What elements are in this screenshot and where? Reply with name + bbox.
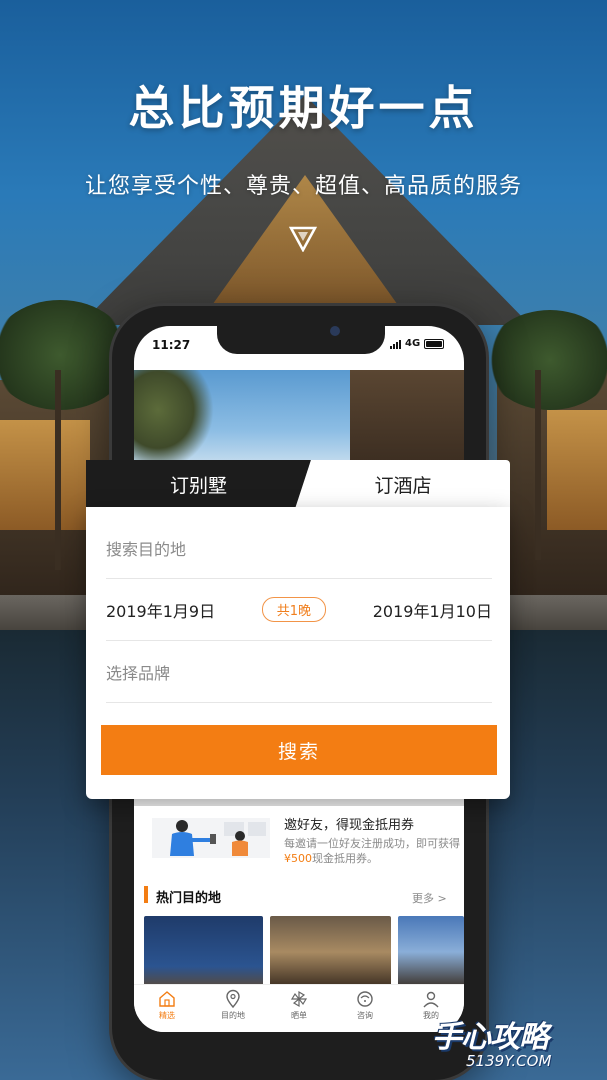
invite-title: 邀好友，得现金抵用券 xyxy=(284,818,415,833)
tab-featured[interactable]: 精选 xyxy=(134,985,200,1032)
invite-description: 每邀请一位好友注册成功，即可获得 ¥500现金抵用券。 xyxy=(284,836,460,866)
destination-card[interactable] xyxy=(144,916,263,988)
section-accent-bar xyxy=(144,886,148,903)
tab-consult-label: 咨询 xyxy=(357,1011,373,1020)
pinwheel-icon xyxy=(290,990,308,1008)
phone-notch xyxy=(217,322,385,354)
brand-placeholder: 选择品牌 xyxy=(106,663,171,683)
headline: 总比预期好一点 xyxy=(128,81,479,135)
invite-desc-prefix: 每邀请一位好友注册成功，即可获得 xyxy=(284,837,460,850)
destination-placeholder: 搜索目的地 xyxy=(106,539,187,559)
home-icon xyxy=(159,991,175,1007)
background-palm-trunk-left xyxy=(55,370,61,570)
location-pin-icon xyxy=(226,989,240,1009)
tab-consult[interactable]: 咨询 xyxy=(332,985,398,1032)
date-range-field[interactable]: 2019年1月9日 共1晚 2019年1月10日 xyxy=(106,579,492,641)
signal-icon xyxy=(390,339,401,349)
nights-badge: 共1晚 xyxy=(261,597,327,622)
tab-destinations-label: 目的地 xyxy=(221,1011,245,1020)
search-button[interactable]: 搜索 xyxy=(101,725,497,775)
user-icon xyxy=(423,991,439,1008)
destination-card[interactable] xyxy=(270,916,391,988)
down-arrow-icon xyxy=(289,226,317,252)
background-palm-right xyxy=(485,310,607,410)
booking-card: 搜索目的地 2019年1月9日 共1晚 2019年1月10日 选择品牌 搜索 xyxy=(86,507,510,799)
background-palm-trunk-right xyxy=(535,370,541,560)
tab-featured-label: 精选 xyxy=(159,1011,175,1020)
destination-card[interactable] xyxy=(398,916,464,988)
hot-destinations-title: 热门目的地 xyxy=(156,891,222,906)
network-type: 4G xyxy=(405,338,421,349)
background-right-window xyxy=(547,410,607,530)
status-time: 11:27 xyxy=(152,338,191,352)
brand-select-field[interactable]: 选择品牌 xyxy=(106,641,492,703)
tab-destinations[interactable]: 目的地 xyxy=(200,985,266,1032)
tab-share[interactable]: 晒单 xyxy=(266,985,332,1032)
destination-search-field[interactable]: 搜索目的地 xyxy=(106,517,492,579)
battery-icon xyxy=(424,338,445,349)
watermark-logo: 手心攻略 5139Y.COM xyxy=(432,1012,602,1074)
bottom-tab-bar: 精选 目的地 晒单 咨询 我的 xyxy=(134,984,464,1032)
app-hero-house xyxy=(350,370,464,470)
status-indicators: 4G xyxy=(390,338,445,349)
tab-share-label: 晒单 xyxy=(291,1011,307,1020)
subheadline: 让您享受个性、尊贵、超值、高品质的服务 xyxy=(84,174,522,199)
booking-tabs: 订别墅 订酒店 xyxy=(86,460,510,508)
tab-hotel[interactable]: 订酒店 xyxy=(296,460,510,508)
invite-amount: ¥500 xyxy=(284,852,312,865)
app-hero-tree xyxy=(134,370,214,470)
checkin-date[interactable]: 2019年1月9日 xyxy=(106,598,215,622)
background-left-window xyxy=(0,420,90,530)
checkout-date[interactable]: 2019年1月10日 xyxy=(373,598,492,622)
chat-icon xyxy=(357,991,373,1007)
camera-icon xyxy=(330,326,340,336)
more-link[interactable]: 更多 > xyxy=(412,890,447,906)
invite-desc-suffix: 现金抵用券。 xyxy=(312,852,378,865)
invite-illustration xyxy=(152,818,270,858)
tab-villa[interactable]: 订别墅 xyxy=(86,460,311,508)
watermark-main-text: 手心攻略 xyxy=(432,1020,549,1055)
watermark-sub-text: 5139Y.COM xyxy=(466,1052,552,1070)
